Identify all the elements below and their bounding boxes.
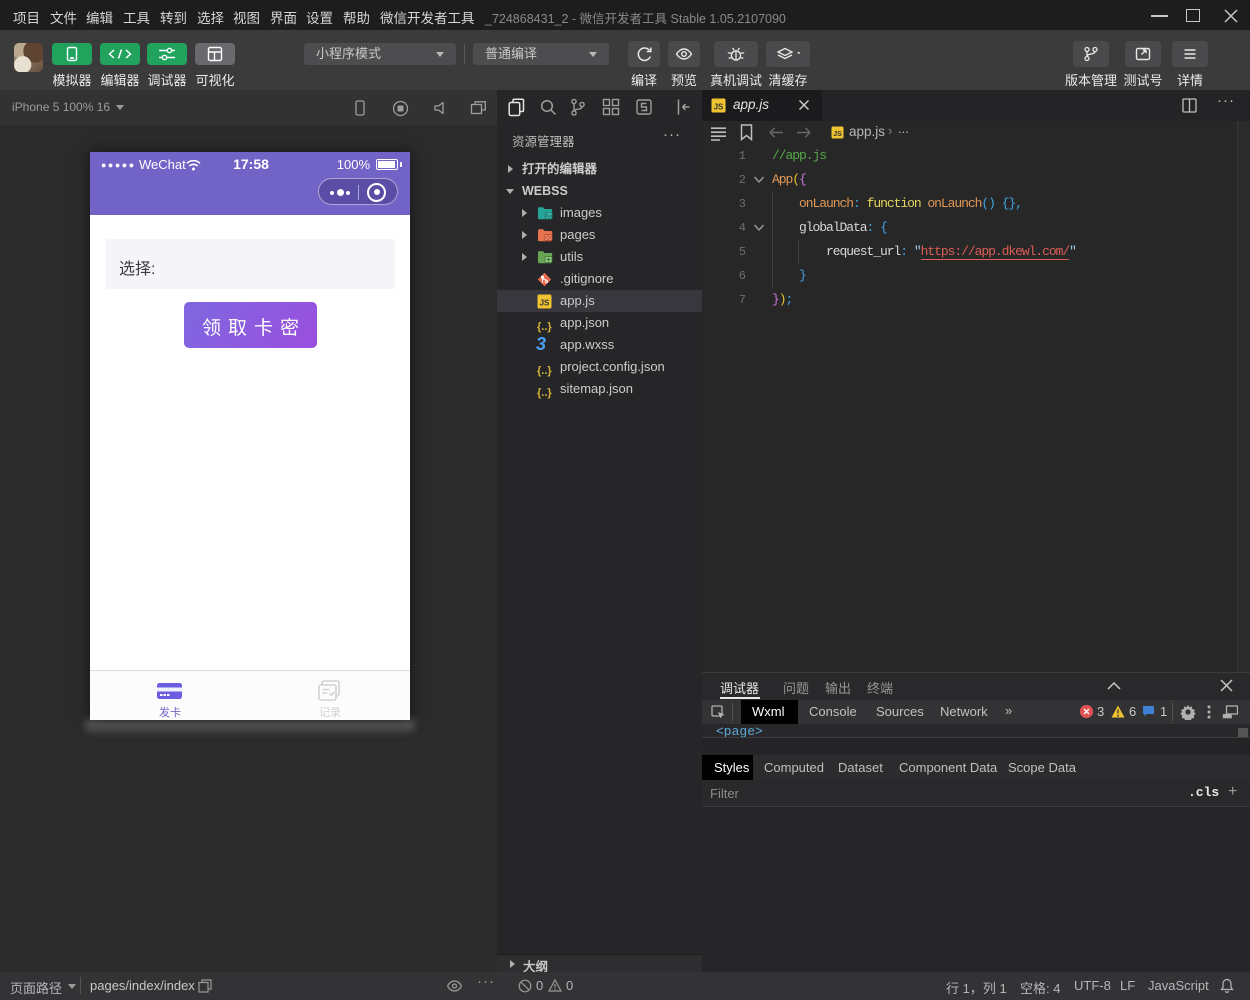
svg-text:JS: JS xyxy=(540,299,550,308)
svg-text:JS: JS xyxy=(714,103,724,112)
svg-text:JS: JS xyxy=(833,131,842,138)
